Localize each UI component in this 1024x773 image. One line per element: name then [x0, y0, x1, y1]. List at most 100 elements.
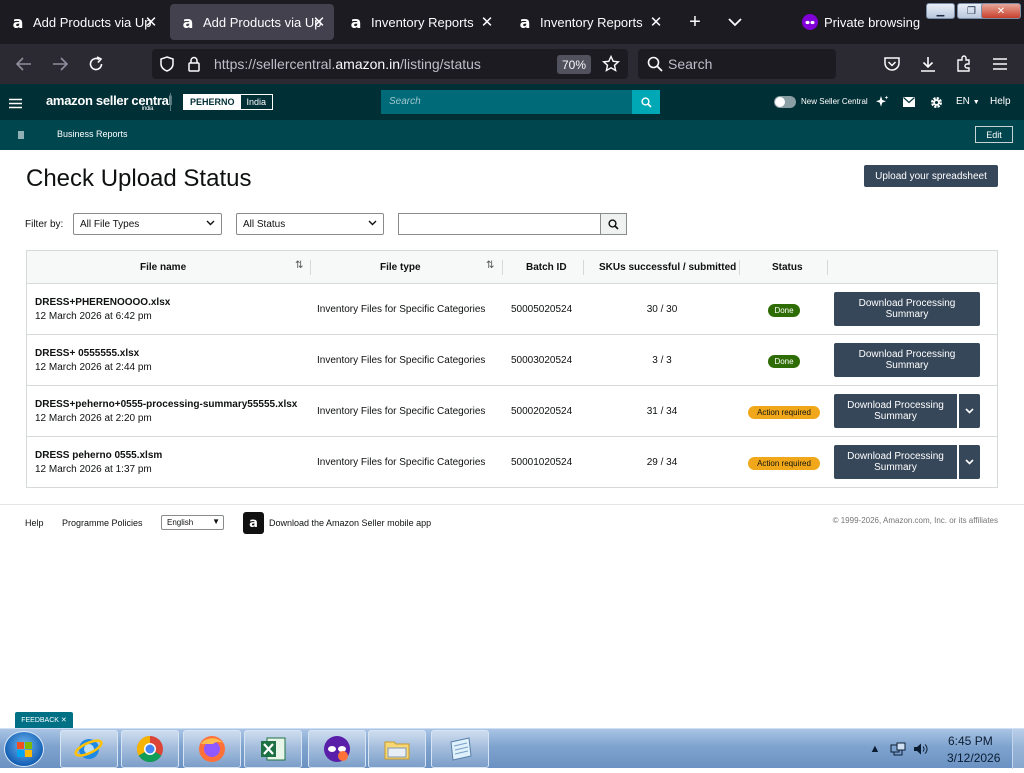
download-processing-summary-button[interactable]: Download Processing Summary	[834, 394, 957, 428]
copyright-text: © 1999-2026, Amazon.com, Inc. or its aff…	[832, 516, 998, 525]
browser-tab-active[interactable]: a Add Products via Upl ✕	[170, 4, 334, 40]
amazon-app-icon[interactable]: a	[243, 512, 264, 534]
footer-language-value: English	[167, 518, 194, 527]
filter-search-input[interactable]	[398, 213, 602, 235]
sort-icon[interactable]: ⇅	[295, 260, 303, 271]
taskbar-app-internet-explorer[interactable]	[60, 730, 118, 768]
account-region: India	[246, 97, 267, 107]
more-actions-dropdown[interactable]	[958, 445, 980, 479]
hamburger-icon	[9, 98, 22, 109]
column-header-file-name[interactable]: File name	[140, 262, 186, 273]
seller-search-placeholder: Search	[389, 96, 421, 107]
folder-icon	[384, 741, 410, 760]
seller-central-header: amazon seller central india PEHERNO Indi…	[0, 84, 1024, 120]
amazon-favicon-icon: a	[519, 12, 531, 32]
column-divider	[739, 260, 740, 275]
start-button[interactable]	[4, 731, 44, 767]
sparkle-icon[interactable]	[874, 94, 890, 110]
amazon-favicon-icon: a	[350, 12, 362, 32]
taskbar-app-notepad[interactable]	[431, 730, 489, 768]
internet-explorer-icon	[74, 739, 103, 759]
seller-search-button[interactable]	[632, 90, 660, 114]
download-processing-summary-button[interactable]: Download Processing Summary	[834, 445, 957, 479]
pocket-icon	[884, 57, 900, 71]
taskbar-app-file-explorer[interactable]	[368, 730, 426, 768]
url-text[interactable]: https://sellercentral.amazon.in/listing/…	[214, 56, 481, 72]
clock-time[interactable]: 6:45 PM	[948, 734, 993, 748]
window-close-button[interactable]: ✕	[981, 3, 1021, 19]
status-filter[interactable]: All Status	[236, 213, 384, 235]
close-icon[interactable]: ✕	[310, 13, 328, 31]
pocket-button[interactable]	[881, 53, 903, 75]
language-selector[interactable]: EN ▼	[956, 96, 980, 107]
download-processing-summary-button[interactable]: Download Processing Summary	[834, 292, 980, 326]
downloads-button[interactable]	[917, 53, 939, 75]
sort-icon[interactable]: ⇅	[486, 260, 494, 271]
taskbar-app-firefox[interactable]	[183, 730, 241, 768]
browser-tab-bar: a Add Products via Upl ✕ a Add Products …	[0, 0, 1024, 44]
back-button[interactable]	[13, 53, 35, 75]
taskbar-app-chrome[interactable]	[121, 730, 179, 768]
more-actions-dropdown[interactable]	[958, 394, 980, 428]
mail-icon[interactable]	[901, 94, 917, 110]
close-icon[interactable]: ✕	[478, 13, 496, 31]
clock-date[interactable]: 3/12/2026	[947, 751, 1000, 765]
filter-search-button[interactable]	[600, 213, 627, 235]
minimize-button[interactable]: ▁	[926, 3, 955, 19]
gear-icon[interactable]	[928, 94, 944, 110]
taskbar-app-excel[interactable]	[244, 730, 302, 768]
volume-icon[interactable]	[913, 741, 929, 757]
extensions-button[interactable]	[953, 53, 975, 75]
sku-count: 3 / 3	[652, 355, 672, 366]
taskbar-app-private-browser[interactable]	[308, 730, 366, 768]
batch-id: 50001020524	[511, 457, 573, 468]
reload-button[interactable]	[85, 53, 107, 75]
list-all-tabs-button[interactable]	[724, 11, 746, 33]
lock-icon[interactable]	[188, 56, 200, 77]
column-header-file-type[interactable]: File type	[380, 262, 421, 273]
private-browsing-label: Private browsing	[824, 14, 921, 30]
network-icon[interactable]	[890, 741, 906, 757]
amazon-favicon-icon: a	[182, 12, 194, 32]
new-tab-button[interactable]: +	[684, 11, 706, 33]
address-bar[interactable]: https://sellercentral.amazon.in/listing/…	[152, 49, 628, 79]
account-switcher[interactable]: PEHERNO India	[183, 94, 274, 110]
close-icon[interactable]: ✕	[61, 716, 67, 724]
show-desktop-button[interactable]	[1012, 729, 1024, 769]
programme-policies-link[interactable]: Programme Policies	[62, 518, 143, 528]
forward-button[interactable]	[49, 53, 71, 75]
show-hidden-icons-button[interactable]: ▲	[867, 741, 883, 757]
seller-search-input[interactable]: Search	[381, 90, 660, 114]
tab-title: Add Products via Upl	[33, 14, 151, 30]
main-menu-button[interactable]	[9, 96, 22, 114]
column-header-status: Status	[772, 262, 803, 273]
shield-icon[interactable]	[160, 56, 174, 77]
seller-central-logo[interactable]: amazon seller central india	[46, 93, 172, 112]
download-processing-summary-button[interactable]: Download Processing Summary	[834, 343, 980, 377]
browser-tab[interactable]: a Inventory Reports ✕	[338, 0, 502, 44]
status-badge: Action required	[748, 457, 820, 470]
browser-search-bar[interactable]: Search	[638, 49, 836, 79]
bookmark-business-reports[interactable]: Business Reports	[57, 129, 128, 139]
browser-tab[interactable]: a Add Products via Upl ✕	[0, 0, 166, 44]
reload-icon	[89, 56, 103, 71]
footer-language-select[interactable]: English ▼	[161, 515, 224, 530]
help-link[interactable]: Help	[990, 96, 1011, 107]
close-icon[interactable]: ✕	[647, 13, 665, 31]
hamburger-icon	[993, 58, 1007, 70]
feedback-button[interactable]: FEEDBACK ✕	[15, 712, 73, 728]
file-type-filter[interactable]: All File Types	[73, 213, 222, 235]
new-seller-central-toggle[interactable]	[774, 96, 796, 108]
file-type: Inventory Files for Specific Categories	[317, 355, 486, 366]
download-app-link[interactable]: Download the Amazon Seller mobile app	[269, 518, 431, 528]
bookmark-star-icon[interactable]	[601, 54, 621, 78]
app-menu-button[interactable]	[989, 53, 1011, 75]
search-icon	[608, 218, 619, 230]
upload-date: 12 March 2026 at 1:37 pm	[35, 464, 152, 475]
upload-spreadsheet-button[interactable]: Upload your spreadsheet	[864, 165, 998, 187]
footer-help-link[interactable]: Help	[25, 518, 44, 528]
browser-tab[interactable]: a Inventory Reports ✕	[507, 0, 671, 44]
close-icon[interactable]: ✕	[142, 13, 160, 31]
zoom-level-button[interactable]: 70%	[557, 55, 591, 74]
edit-bookmarks-button[interactable]: Edit	[975, 126, 1013, 143]
